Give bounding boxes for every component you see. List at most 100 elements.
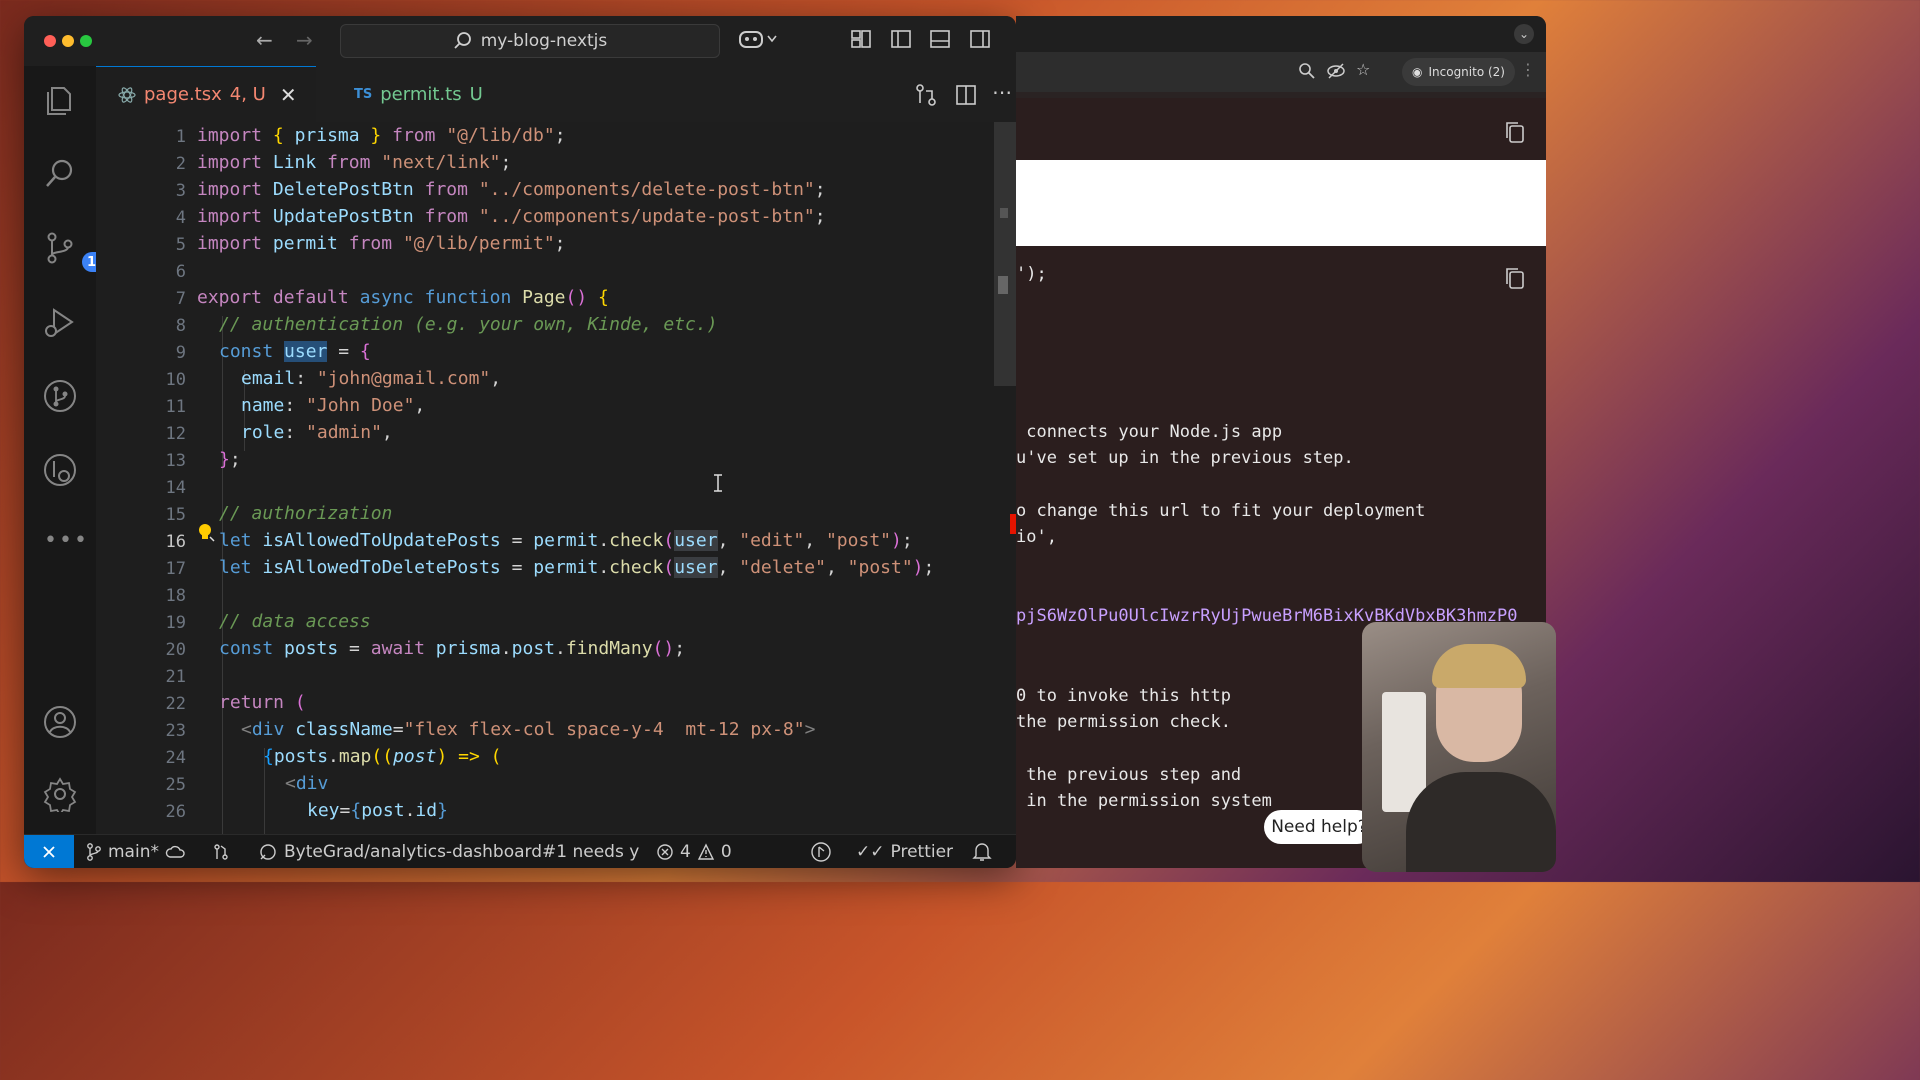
bookmark-star-icon[interactable]: ☆ — [1356, 60, 1370, 79]
token: "../components/delete-post-btn" — [478, 179, 815, 200]
tracking-protection-eye-icon[interactable] — [1326, 62, 1346, 80]
back-arrow-icon[interactable]: ← — [256, 28, 273, 52]
token: "edit" — [739, 530, 805, 551]
editor-scrollbar[interactable] — [994, 122, 1016, 834]
scrollbar-marker — [1000, 208, 1008, 218]
code-line-22: return ( — [219, 689, 306, 716]
git-graph-status-icon[interactable] — [212, 843, 230, 861]
token: , — [717, 530, 740, 551]
command-center-search[interactable]: my-blog-nextjs — [340, 24, 720, 58]
tab-permit-ts[interactable]: TS permit.ts U — [332, 66, 532, 122]
search-view-icon[interactable] — [42, 156, 78, 192]
error-count: 4 — [680, 842, 691, 862]
token: user — [674, 557, 718, 578]
pull-request-indicator[interactable]: ByteGrad/analytics-dashboard#1 needs y — [258, 835, 642, 868]
token: permit — [533, 557, 599, 578]
token: from — [327, 152, 371, 173]
toggle-secondary-sidebar-icon[interactable] — [969, 28, 991, 50]
run-debug-icon[interactable] — [42, 304, 78, 340]
copy-icon[interactable] — [1504, 120, 1526, 144]
token: ( — [294, 692, 306, 713]
remote-indicator[interactable] — [24, 835, 74, 868]
token: , — [490, 368, 502, 389]
incognito-profile-button[interactable]: ◉ Incognito (2) — [1402, 58, 1515, 86]
code-editor[interactable]: 1 2 3 4 5 6 7 8 9 10 11 12 13 14 15 16 1… — [96, 122, 1016, 834]
need-help-button[interactable]: Need help? — [1264, 810, 1374, 844]
token: { — [359, 341, 371, 362]
zoom-window-button[interactable] — [80, 35, 92, 47]
docs-code-line: u've set up in the previous step. — [1016, 448, 1354, 468]
scrollbar-thumb[interactable] — [994, 122, 1016, 386]
line-number: 9 — [175, 343, 186, 363]
git-branch-icon — [87, 843, 101, 861]
token: let — [219, 530, 252, 551]
typescript-file-icon: TS — [354, 86, 373, 102]
token: id — [415, 800, 438, 821]
line-number: 12 — [165, 424, 186, 444]
title-bar: ← → my-blog-nextjs — [24, 16, 1016, 67]
code-block — [1016, 98, 1546, 160]
line-number: 15 — [165, 505, 186, 525]
split-editor-icon[interactable] — [954, 83, 978, 107]
copy-icon[interactable] — [1504, 266, 1526, 290]
token: = — [327, 341, 360, 362]
tab-search-icon[interactable]: ⌄ — [1514, 24, 1534, 44]
docs-code-line: o change this url to fit your deployment — [1016, 501, 1426, 521]
open-changes-icon[interactable] — [914, 83, 938, 107]
source-control-icon[interactable] — [42, 230, 78, 266]
tab-page-tsx[interactable]: page.tsx 4, U ✕ — [96, 66, 316, 122]
activity-bar: 18 ••• — [24, 66, 110, 834]
explorer-icon[interactable] — [42, 82, 78, 118]
lightbulb-icon[interactable] — [196, 522, 218, 544]
token: ) — [912, 557, 924, 578]
close-window-button[interactable] — [44, 35, 56, 47]
problems-indicator[interactable]: 4 0 — [656, 835, 732, 868]
code-line-23: <div className="flex flex-col space-y-4 … — [241, 716, 815, 743]
token: UpdatePostBtn — [272, 206, 414, 227]
github-pr-icon[interactable] — [42, 452, 78, 488]
docs-code-line: the previous step and — [1016, 765, 1242, 785]
token: () — [652, 638, 675, 659]
line-number: 26 — [165, 802, 186, 822]
tab-label: permit.ts — [380, 83, 462, 105]
more-actions-icon[interactable]: ⋯ — [992, 80, 1012, 104]
close-tab-icon[interactable]: ✕ — [280, 83, 297, 107]
prettier-indicator[interactable]: ✓✓ Prettier — [856, 835, 953, 868]
account-icon[interactable] — [42, 704, 78, 740]
git-graph-icon[interactable] — [42, 378, 78, 414]
token: { — [263, 746, 274, 767]
code-line-15: // authorization — [219, 500, 392, 527]
notifications-bell-icon[interactable] — [972, 842, 992, 862]
docs-code-line: 0 to invoke this http — [1016, 686, 1231, 706]
code-line-1: import { prisma } from "@/lib/db"; — [197, 122, 566, 149]
branch-indicator[interactable]: main* — [86, 835, 187, 868]
toggle-panel-icon[interactable] — [929, 28, 951, 50]
forward-arrow-icon[interactable]: → — [296, 28, 313, 52]
presenter-shirt — [1406, 772, 1556, 872]
code-line-13: }; — [219, 446, 241, 473]
zoom-icon[interactable] — [1298, 62, 1316, 80]
token: export — [197, 287, 263, 308]
token: const — [219, 638, 274, 659]
browser-menu-icon[interactable]: ⋮ — [1520, 60, 1536, 79]
line-number-current: 16 — [165, 532, 186, 552]
line-number: 5 — [175, 235, 186, 255]
sync-cloud-icon[interactable] — [165, 844, 187, 860]
live-share-icon[interactable] — [810, 841, 832, 863]
token: ) — [891, 530, 902, 551]
code-line-9: const user = { — [219, 338, 371, 365]
line-number: 14 — [165, 478, 186, 498]
line-number: 18 — [165, 586, 186, 606]
copilot-icon[interactable] — [738, 28, 778, 50]
text-cursor-icon — [714, 474, 722, 492]
settings-gear-icon[interactable] — [42, 776, 78, 812]
token: "admin" — [306, 422, 382, 443]
more-views-icon[interactable]: ••• — [44, 528, 89, 553]
minimize-window-button[interactable] — [62, 35, 74, 47]
token: "@/lib/permit" — [402, 233, 555, 254]
toggle-primary-sidebar-icon[interactable] — [890, 28, 912, 50]
remote-icon — [43, 846, 55, 858]
token: "../components/update-post-btn" — [478, 206, 815, 227]
token: from — [392, 125, 436, 146]
customize-layout-icon[interactable] — [850, 28, 872, 50]
